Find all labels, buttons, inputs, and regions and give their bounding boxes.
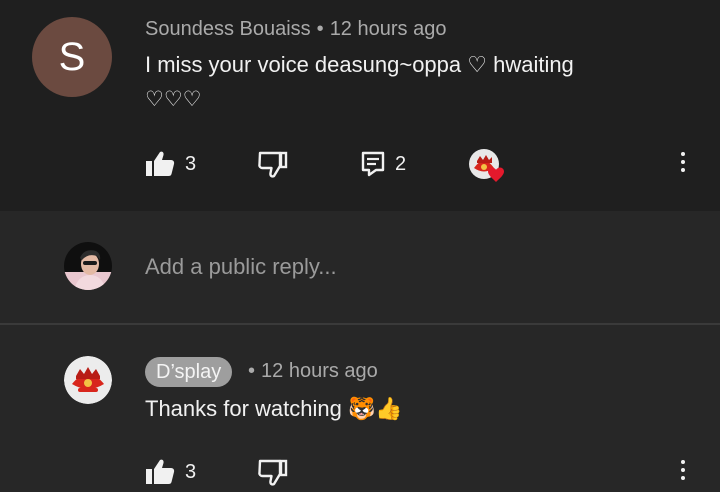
thumbs-up-icon <box>145 458 175 486</box>
reply-time[interactable]: 12 hours ago <box>261 360 378 382</box>
comment-icon <box>361 151 385 177</box>
reply-text-content: Thanks for watching <box>145 396 342 421</box>
comment-text-line-2: ♡♡♡ <box>145 88 202 111</box>
author-badge[interactable]: D’splay <box>145 357 233 387</box>
thumbs-up-icon <box>145 150 175 178</box>
comment-author[interactable]: Soundess Bouaiss <box>145 18 311 40</box>
dislike-button[interactable] <box>258 151 288 179</box>
meta-separator: • <box>316 18 324 40</box>
tiger-emoji: 🐯 <box>348 396 376 421</box>
user-avatar <box>64 242 112 290</box>
comment-time[interactable]: 12 hours ago <box>330 18 447 40</box>
avatar[interactable]: S <box>32 17 112 97</box>
reply-meta: • 12 hours ago <box>242 360 378 383</box>
reply-count: 2 <box>395 152 407 175</box>
thumbs-down-icon <box>258 459 288 487</box>
thumbs-down-icon <box>258 151 288 179</box>
reply-button[interactable]: 2 <box>361 151 406 177</box>
like-button[interactable]: 3 <box>145 150 196 178</box>
more-options-icon[interactable] <box>680 460 686 480</box>
reply-dislike-button[interactable] <box>258 459 288 487</box>
reply-input[interactable] <box>145 254 645 280</box>
reply-text: Thanks for watching 🐯👍 <box>145 392 403 426</box>
creator-heart-badge <box>468 148 510 188</box>
thumbs-up-emoji: 👍 <box>375 396 403 421</box>
comment-text-line-1: I miss your voice deasung~oppa ♡ hwaitin… <box>145 52 574 77</box>
reply-like-button[interactable]: 3 <box>145 458 196 486</box>
more-options-icon[interactable] <box>680 152 686 172</box>
like-count: 3 <box>185 152 197 175</box>
meta-separator: • <box>248 360 256 382</box>
channel-avatar[interactable] <box>64 356 112 404</box>
comment-meta: Soundess Bouaiss • 12 hours ago <box>145 18 446 41</box>
reply-like-count: 3 <box>185 460 197 483</box>
